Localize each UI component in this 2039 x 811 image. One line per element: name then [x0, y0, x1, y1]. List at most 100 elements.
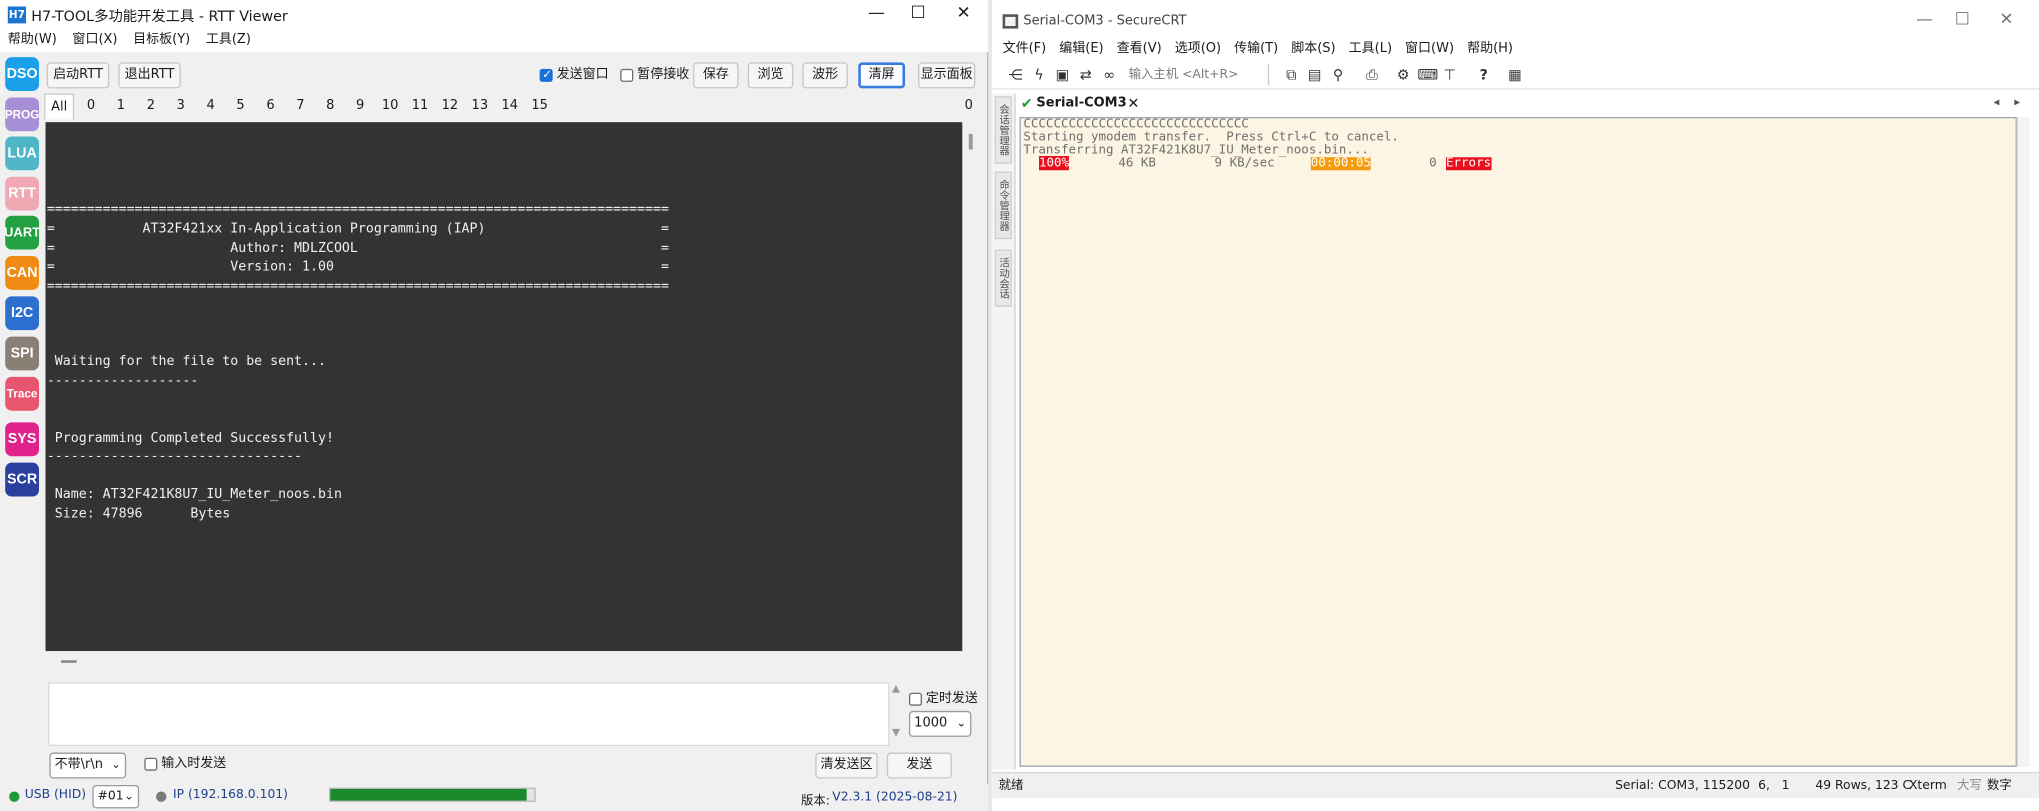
pause-receive-checkbox[interactable]: 暂停接收: [620, 66, 689, 84]
sidebar-dso-button[interactable]: DSO: [5, 57, 40, 91]
console-vertical-scrollbar[interactable]: [963, 122, 980, 652]
close-icon[interactable]: ✕: [1984, 9, 2028, 32]
rtt-output-console[interactable]: ========================================…: [45, 122, 963, 652]
tab-channel[interactable]: 6: [260, 94, 281, 119]
save-button[interactable]: 保存: [693, 62, 739, 89]
device-select[interactable]: #01 ⌄: [92, 785, 140, 809]
send-on-input-checkbox[interactable]: 输入时发送: [144, 755, 226, 773]
menu-options[interactable]: 选项(O): [1168, 39, 1227, 60]
clear-screen-button[interactable]: 清屏: [858, 62, 906, 89]
tab-scroll-right-icon[interactable]: ▸: [2014, 96, 2020, 109]
line-ending-select[interactable]: 不带\r\n ⌄: [49, 752, 127, 779]
tab-channel[interactable]: 14: [497, 94, 523, 119]
menu-window[interactable]: 窗口(W): [1399, 39, 1461, 60]
copy-icon[interactable]: ⧉: [1282, 66, 1300, 84]
tab-channel[interactable]: 7: [290, 94, 311, 119]
send-button[interactable]: 发送: [886, 752, 952, 779]
sftp-icon[interactable]: ⊤: [1441, 66, 1459, 84]
menu-target-board[interactable]: 目标板(Y): [125, 29, 198, 52]
console-horizontal-scrollbar[interactable]: [45, 651, 963, 670]
tab-channel[interactable]: 9: [347, 94, 373, 119]
paste-icon[interactable]: ▤: [1306, 66, 1324, 84]
tab-channel[interactable]: 3: [170, 94, 191, 119]
session-tab-serial-com3[interactable]: ✔ Serial-COM3: [1018, 91, 1127, 116]
menu-transfer[interactable]: 传输(T): [1228, 39, 1285, 60]
tab-scroll-left-icon[interactable]: ◂: [1993, 96, 1999, 109]
menu-help[interactable]: 帮助(H): [1461, 39, 1520, 60]
tab-channel[interactable]: 15: [527, 94, 553, 119]
tab-channel[interactable]: 1: [111, 94, 132, 119]
tab-channel[interactable]: 8: [320, 94, 341, 119]
scroll-up-icon[interactable]: ▲: [889, 682, 902, 694]
timed-send-checkbox[interactable]: 定时发送: [908, 690, 978, 708]
waveform-button[interactable]: 波形: [802, 62, 848, 89]
print-icon[interactable]: ⎙: [1363, 66, 1381, 84]
sidebar-sys-button[interactable]: SYS: [5, 422, 40, 457]
terminal-screen[interactable]: CCCCCCCCCCCCCCCCCCCCCCCCCCCCCC Starting …: [1019, 116, 2017, 767]
send-interval-select[interactable]: 1000 ⌄: [908, 710, 972, 737]
tab-channel[interactable]: 0: [81, 94, 102, 119]
close-tab-icon[interactable]: ✕: [1127, 91, 1139, 116]
sidebar-can-button[interactable]: CAN: [5, 256, 40, 290]
active-sessions-pane-tab[interactable]: 活动会话: [994, 249, 1012, 307]
transfer-size: 46 KB: [1118, 155, 1156, 171]
h7-tool-window: H7 H7-TOOL多功能开发工具 - RTT Viewer — ☐ ✕ 帮助(…: [0, 0, 989, 811]
command-manager-pane-tab[interactable]: 命令管理器: [994, 171, 1012, 240]
terminal-icon[interactable]: ▣: [1053, 66, 1071, 84]
scroll-down-icon[interactable]: ▼: [889, 727, 902, 739]
send-area-scrollbar[interactable]: ▲ ▼: [889, 682, 902, 746]
session-manager-pane-tab[interactable]: 会话管理器: [994, 96, 1012, 164]
find-icon[interactable]: ⚲: [1329, 66, 1347, 84]
close-icon[interactable]: ✕: [941, 3, 985, 26]
sidebar-scr-button[interactable]: SCR: [5, 462, 40, 497]
maximize-icon[interactable]: ☐: [896, 3, 940, 26]
sidebar-lua-button[interactable]: LUA: [5, 136, 40, 171]
checkmark-icon: ✔: [1020, 94, 1033, 112]
keymap-icon[interactable]: ⌨: [1417, 66, 1438, 84]
tab-all[interactable]: All: [44, 93, 75, 120]
console-line: ========================================…: [46, 279, 669, 294]
send-text-area[interactable]: [48, 682, 890, 747]
sidebar-i2c-button[interactable]: I2C: [5, 296, 40, 331]
tab-channel[interactable]: 5: [230, 94, 251, 119]
sidebar-prog-button[interactable]: PROG: [5, 97, 39, 132]
tab-channel[interactable]: 4: [200, 94, 221, 119]
maximize-icon[interactable]: ☐: [1940, 9, 1984, 32]
scroll-thumb[interactable]: [968, 133, 973, 150]
menu-window[interactable]: 窗口(X): [65, 29, 126, 52]
securecrt-app-icon: [1002, 14, 1019, 29]
terminal-scrollbar[interactable]: [2016, 116, 2030, 767]
settings-icon[interactable]: ⚙: [1394, 66, 1412, 84]
menu-script[interactable]: 脚本(S): [1285, 39, 1342, 60]
link-icon[interactable]: ∞: [1100, 66, 1118, 84]
sidebar-spi-button[interactable]: SPI: [5, 336, 40, 371]
show-panel-button[interactable]: 显示面板: [918, 62, 976, 89]
minimize-icon[interactable]: —: [854, 3, 898, 26]
menu-file[interactable]: 文件(F): [992, 39, 1053, 60]
host-input[interactable]: 输入主机 <Alt+R>: [1126, 63, 1270, 86]
tab-channel[interactable]: 13: [467, 94, 493, 119]
sidebar-trace-button[interactable]: Trace: [5, 376, 40, 411]
menu-help[interactable]: 帮助(W): [0, 29, 65, 52]
lightning-icon[interactable]: ϟ: [1030, 66, 1048, 84]
scroll-thumb[interactable]: [61, 660, 77, 663]
menu-view[interactable]: 查看(V): [1110, 39, 1168, 60]
reconnect-icon[interactable]: ⇄: [1077, 66, 1095, 84]
tab-channel[interactable]: 11: [407, 94, 433, 119]
help-icon[interactable]: ?: [1475, 66, 1493, 84]
tab-channel[interactable]: 10: [377, 94, 403, 119]
sidebar-uart-button[interactable]: UART: [4, 215, 40, 250]
connect-bar-icon[interactable]: ⋲: [1006, 66, 1024, 84]
clear-send-area-button[interactable]: 清发送区: [815, 752, 878, 779]
menu-tools[interactable]: 工具(L): [1342, 39, 1398, 60]
browse-button[interactable]: 浏览: [747, 62, 794, 89]
start-rtt-button[interactable]: 启动RTT: [46, 62, 110, 89]
sidebar-rtt-button[interactable]: RTT: [5, 176, 40, 211]
send-window-checkbox[interactable]: 发送窗口: [539, 66, 609, 84]
tab-channel[interactable]: 12: [437, 94, 463, 119]
screen-icon[interactable]: ▦: [1506, 66, 1524, 84]
menu-tools[interactable]: 工具(Z): [198, 29, 259, 52]
menu-edit[interactable]: 编辑(E): [1053, 39, 1110, 60]
tab-channel[interactable]: 2: [140, 94, 161, 119]
exit-rtt-button[interactable]: 退出RTT: [118, 62, 181, 89]
